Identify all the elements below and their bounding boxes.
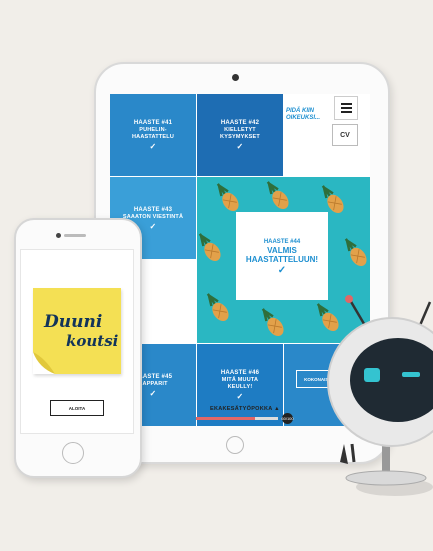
- start-button[interactable]: ALOITA: [50, 400, 104, 416]
- phone-camera: [56, 233, 61, 238]
- card-title-line2: HAASTATTELUUN!: [245, 254, 319, 264]
- card-number: HAASTE #44: [263, 238, 301, 245]
- cv-button[interactable]: CV: [332, 124, 358, 146]
- progress-indicator[interactable]: 60/100: [281, 413, 294, 424]
- tile-label: PUHELIN- HAASTATTELU: [131, 127, 175, 140]
- tile-number: HAASTE #42: [220, 120, 260, 126]
- progress-fill: [196, 417, 256, 420]
- sticky-curl: [33, 352, 55, 374]
- logo-text: Duuni: [44, 312, 103, 332]
- check-icon: ✓: [277, 264, 287, 276]
- phone-speaker: [64, 234, 86, 237]
- tile-label: SAAATON VIESTINTÄ: [122, 213, 184, 220]
- phone-home-button[interactable]: [62, 442, 84, 464]
- challenge-tile-42[interactable]: HAASTE #42 KIELLETYT KYSYMYKSET ✓: [197, 94, 283, 176]
- tile-label: KIELLETYT KYSYMYKSET: [220, 127, 260, 140]
- robot-illustration: [327, 295, 433, 486]
- challenge-44-card[interactable]: HAASTE #44 VALMIS HAASTATTELUUN! ✓: [236, 212, 328, 300]
- preview-text: PIDÄ KIIN OIKEUKSI...: [286, 108, 321, 121]
- tablet-camera: [232, 74, 239, 81]
- check-icon: ✓: [236, 392, 244, 401]
- check-icon: ✓: [149, 221, 157, 231]
- challenge-tile-41[interactable]: HAASTE #41 PUHELIN- HAASTATTELU ✓: [110, 94, 196, 176]
- tile-label: HAPPARIT: [138, 380, 168, 387]
- logo-text: koutsi: [66, 332, 119, 350]
- check-icon: ✓: [236, 142, 244, 151]
- card-title-line1: VALMIS: [267, 245, 297, 255]
- challenge-tile-46[interactable]: HAASTE #46 MITÄ MUUTA KEULLY! ✓: [197, 344, 283, 426]
- tile-number: HAASTE #43: [133, 206, 173, 213]
- tablet-home-button[interactable]: [226, 436, 244, 454]
- tile-label: MITÄ MUUTA KEULLY!: [221, 377, 259, 390]
- hamburger-icon[interactable]: [334, 96, 358, 120]
- tile-number: HAASTE #46: [220, 370, 260, 376]
- check-icon: ✓: [149, 388, 157, 398]
- progress-label: EKAKESÄTYÖPOKKA ▲: [210, 406, 280, 412]
- tile-number: HAASTE #41: [133, 120, 173, 126]
- check-icon: ✓: [149, 142, 157, 151]
